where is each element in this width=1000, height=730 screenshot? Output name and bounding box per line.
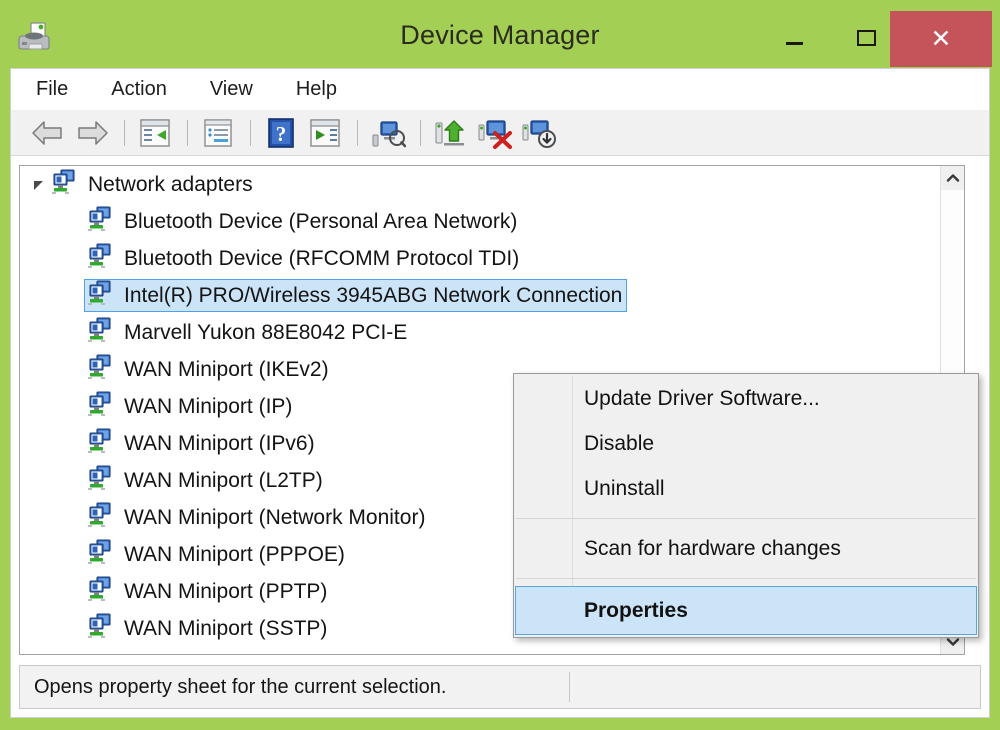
network-adapter-icon: [51, 168, 79, 201]
tree-row-label: WAN Miniport (Network Monitor): [124, 506, 425, 530]
tree-row-label: WAN Miniport (SSTP): [124, 617, 327, 641]
context-menu-item-scan-for-hardware-changes[interactable]: Scan for hardware changes: [516, 526, 976, 571]
close-button[interactable]: ✕: [890, 11, 992, 67]
scan-hardware-changes-icon: [370, 117, 406, 149]
tree-row-device[interactable]: Marvell Yukon 88E8042 PCI-E: [20, 314, 942, 351]
forward-arrow-icon: [75, 119, 109, 147]
show-hide-console-tree-button[interactable]: [134, 114, 176, 152]
help-button[interactable]: ?: [260, 114, 302, 152]
maximize-icon: [857, 30, 876, 46]
back-arrow-icon: [31, 119, 65, 147]
update-driver-button[interactable]: [430, 114, 472, 152]
menu-item-file[interactable]: File: [33, 76, 71, 103]
show-hide-console-tree-icon: [139, 118, 171, 148]
network-adapter-icon: [87, 242, 115, 275]
close-icon: ✕: [931, 27, 952, 52]
menu-item-help[interactable]: Help: [293, 76, 340, 103]
status-bar: Opens property sheet for the current sel…: [19, 665, 981, 709]
network-adapter-icon: [87, 353, 115, 386]
network-adapter-icon: [87, 205, 115, 238]
help-icon: ?: [267, 117, 295, 149]
scan-hardware-changes-button[interactable]: [367, 114, 409, 152]
forward-button[interactable]: [71, 114, 113, 152]
tree-row-label: Bluetooth Device (Personal Area Network): [124, 210, 517, 234]
svg-text:?: ?: [276, 122, 287, 146]
toolbar-separator: [250, 120, 251, 146]
client-area: File Action View Help: [10, 68, 990, 718]
toolbar: ?: [11, 110, 989, 156]
toolbar-separator: [420, 120, 421, 146]
toolbar-separator: [357, 120, 358, 146]
chevron-up-icon: [946, 173, 960, 183]
tree-row-label: WAN Miniport (PPPOE): [124, 543, 345, 567]
context-menu-separator: [516, 578, 976, 579]
network-adapter-icon: [87, 538, 115, 571]
network-adapter-icon: [87, 612, 115, 645]
network-adapter-icon: [87, 427, 115, 460]
menu-item-action[interactable]: Action: [108, 76, 170, 103]
context-menu-item-uninstall[interactable]: Uninstall: [516, 466, 976, 511]
network-adapter-icon: [87, 501, 115, 534]
tree-row-label: WAN Miniport (IP): [124, 395, 292, 419]
menu-item-view[interactable]: View: [207, 76, 256, 103]
title-bar: Device Manager ✕: [10, 8, 990, 68]
context-menu-separator: [516, 518, 976, 519]
minimize-icon: [786, 42, 803, 45]
window-frame: Device Manager ✕ File Action View Help: [0, 0, 1000, 730]
context-menu: Update Driver Software... Disable Uninst…: [513, 373, 979, 638]
back-button[interactable]: [27, 114, 69, 152]
toolbar-separator: [187, 120, 188, 146]
update-driver-icon: [433, 117, 469, 149]
properties-button[interactable]: [197, 114, 239, 152]
network-adapter-icon: [87, 575, 115, 608]
context-menu-item-disable[interactable]: Disable: [516, 421, 976, 466]
uninstall-device-button[interactable]: [474, 114, 516, 152]
scrollbar-up-button[interactable]: [941, 166, 965, 190]
minimize-button[interactable]: [758, 8, 830, 68]
tree-row-label: Marvell Yukon 88E8042 PCI-E: [124, 321, 407, 345]
chevron-down-icon: [946, 637, 960, 647]
status-bar-text: Opens property sheet for the current sel…: [20, 676, 569, 699]
tree-row-label: WAN Miniport (PPTP): [124, 580, 327, 604]
network-adapter-icon: [87, 464, 115, 497]
tree-row-device[interactable]: Bluetooth Device (Personal Area Network): [20, 203, 942, 240]
tree-row-label: WAN Miniport (IPv6): [124, 432, 315, 456]
tree-row-label: Bluetooth Device (RFCOMM Protocol TDI): [124, 247, 519, 271]
menu-bar: File Action View Help: [11, 69, 989, 110]
show-hide-action-pane-icon: [309, 118, 341, 148]
tree-row-label: Intel(R) PRO/Wireless 3945ABG Network Co…: [124, 284, 622, 308]
tree-row-label: WAN Miniport (IKEv2): [124, 358, 329, 382]
tree-row-device-selected[interactable]: Intel(R) PRO/Wireless 3945ABG Network Co…: [20, 277, 942, 314]
tree-row-label: Network adapters: [88, 173, 253, 197]
network-adapter-icon: [87, 279, 115, 312]
tree-row-label: WAN Miniport (L2TP): [124, 469, 323, 493]
context-menu-item-properties[interactable]: Properties: [515, 586, 977, 635]
disable-device-button[interactable]: [518, 114, 560, 152]
toolbar-separator: [124, 120, 125, 146]
properties-icon: [202, 118, 234, 148]
status-bar-divider: [569, 672, 570, 702]
tree-row-device[interactable]: Bluetooth Device (RFCOMM Protocol TDI): [20, 240, 942, 277]
uninstall-device-icon: [477, 117, 513, 149]
network-adapter-icon: [87, 316, 115, 349]
disable-device-icon: [521, 117, 557, 149]
tree-row-network-adapters[interactable]: Network adapters: [20, 166, 942, 203]
expander-open-icon[interactable]: [27, 173, 51, 197]
context-menu-item-update-driver-software[interactable]: Update Driver Software...: [516, 376, 976, 421]
show-hide-action-pane-button[interactable]: [304, 114, 346, 152]
network-adapter-icon: [87, 390, 115, 423]
